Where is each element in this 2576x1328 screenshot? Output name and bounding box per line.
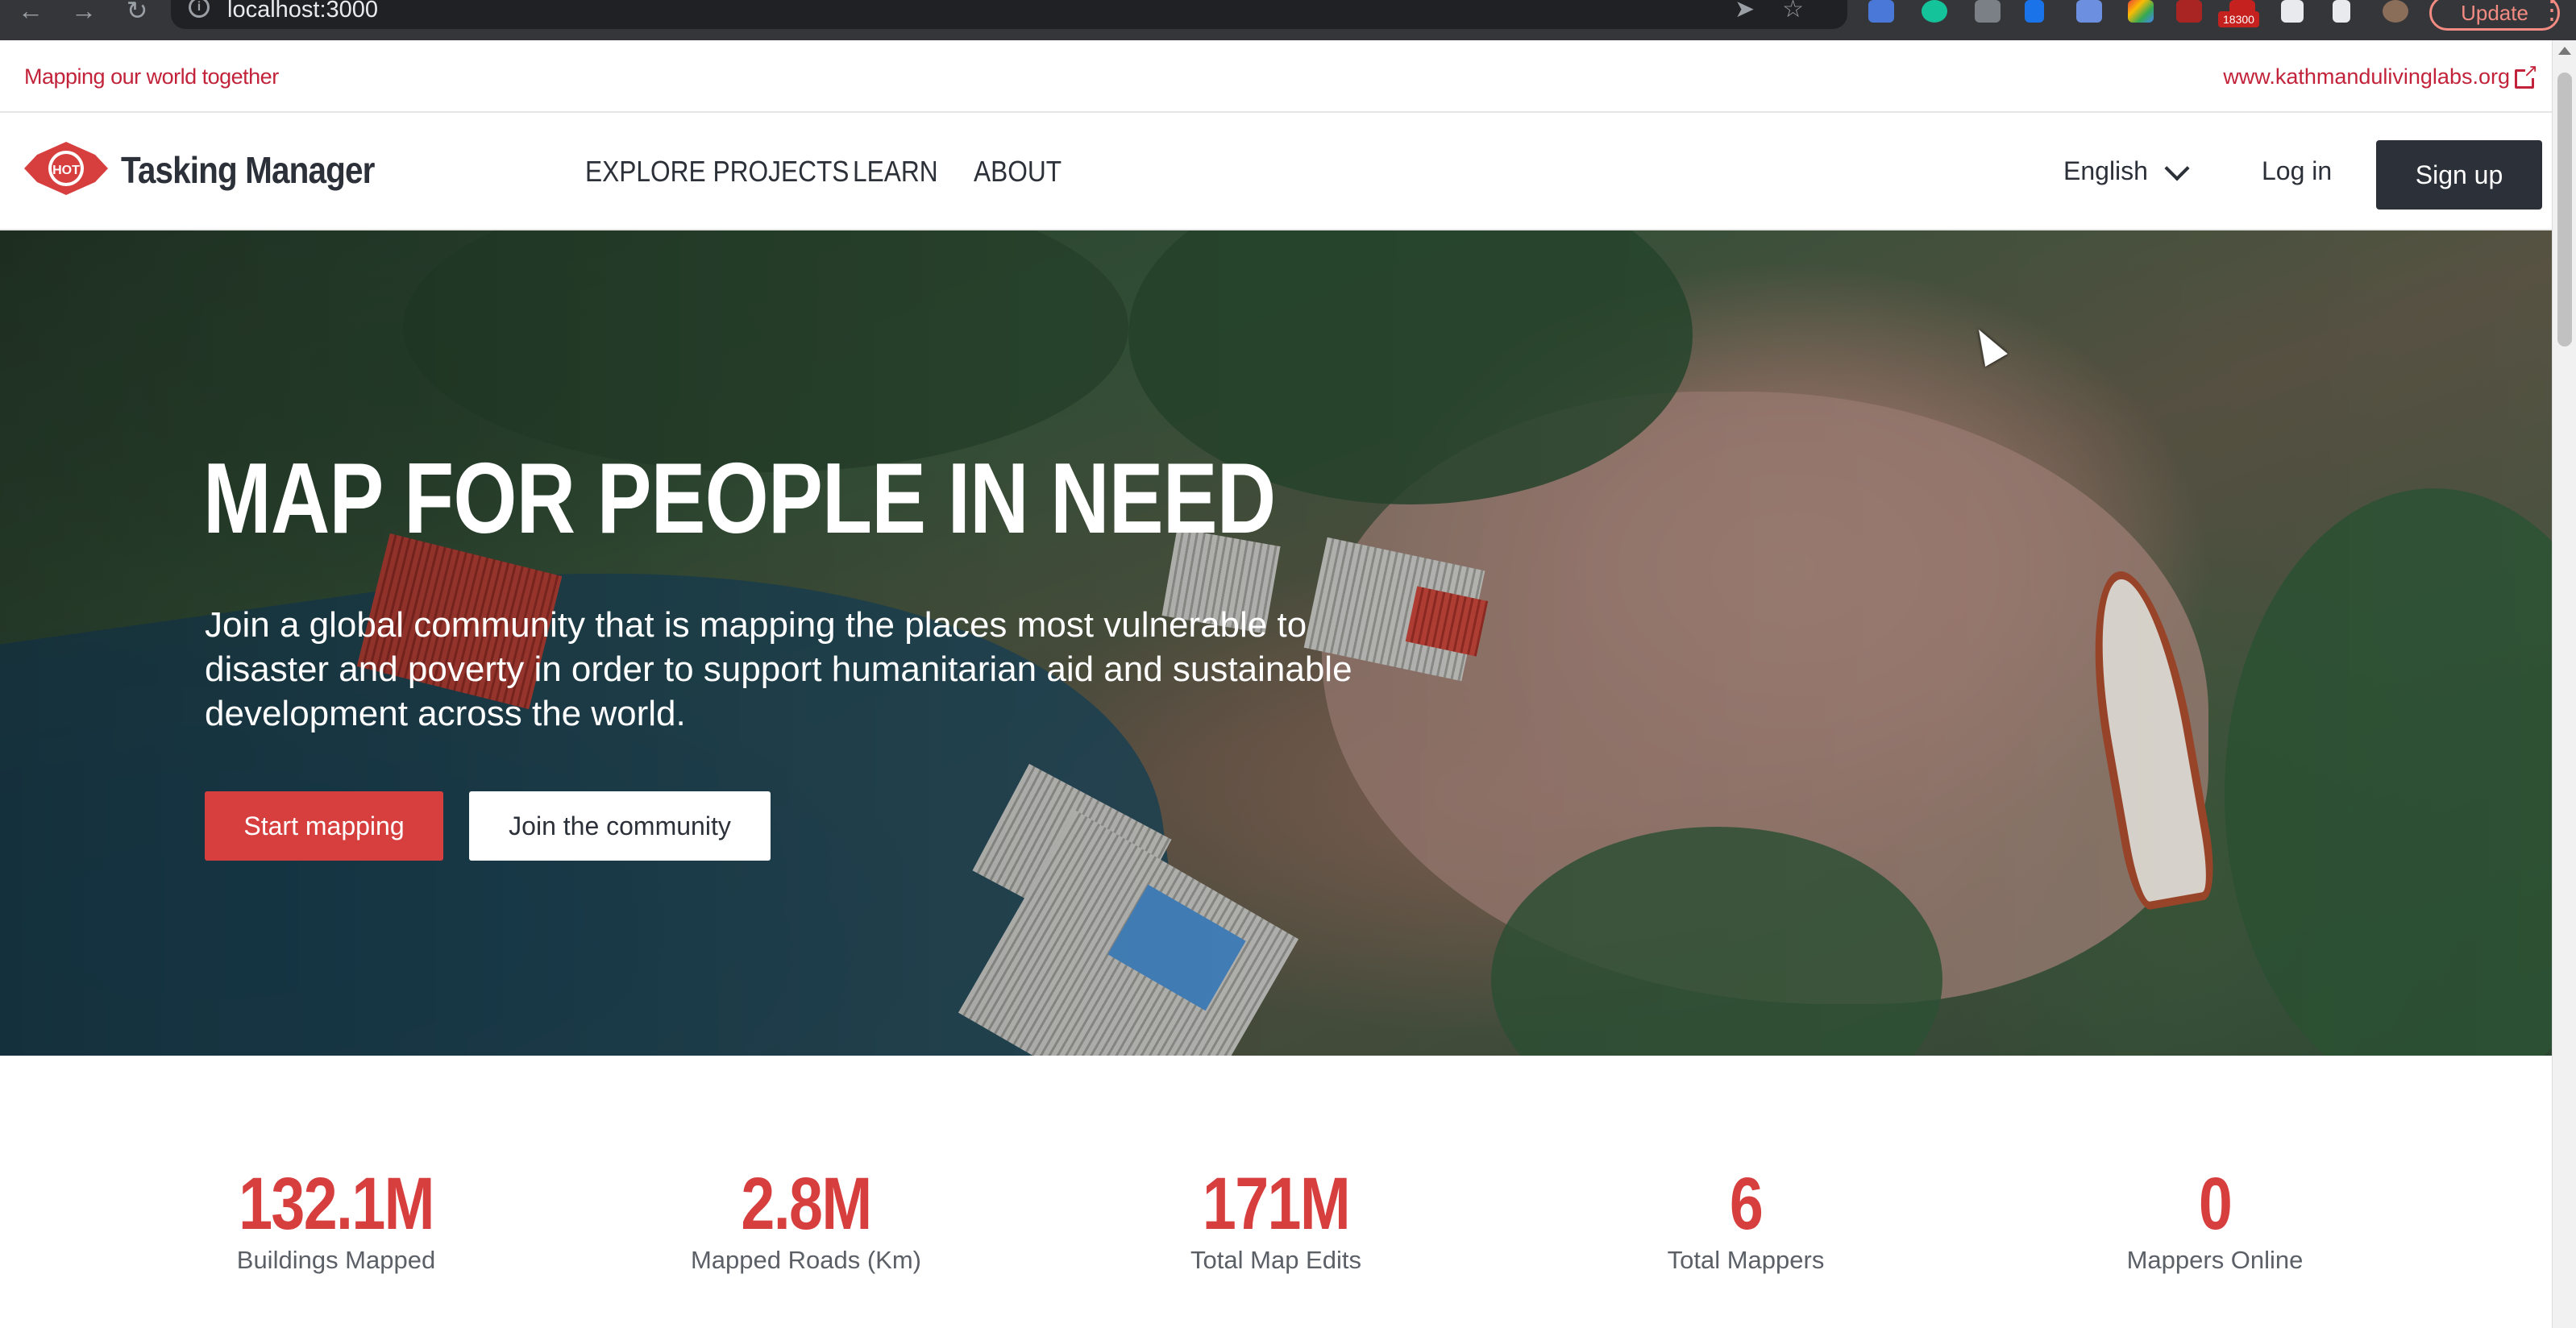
stat-mapped-roads: 2.8M Mapped Roads (Km) (564, 1164, 1048, 1275)
bookmark-star-icon[interactable]: ☆ (1782, 0, 1831, 23)
puzzle-icon[interactable] (2281, 0, 2304, 23)
main-navbar: HOT Tasking Manager EXPLORE PROJECTS LEA… (0, 113, 2552, 230)
chevron-down-icon[interactable] (2164, 156, 2190, 181)
stat-value: 6 (1729, 1163, 1764, 1245)
top-strip: Mapping our world together www.kathmandu… (0, 40, 2552, 113)
scroll-up-icon[interactable] (2558, 47, 2571, 55)
join-community-button[interactable]: Join the community (469, 791, 771, 861)
stat-label: Buildings Mapped (236, 1246, 436, 1274)
stat-label: Total Map Edits (1190, 1246, 1361, 1274)
profile-avatar[interactable] (2383, 0, 2408, 23)
hot-logo[interactable]: HOT (24, 140, 108, 197)
grammarly-extension-icon[interactable] (1922, 0, 1947, 23)
scrollbar-thumb[interactable] (2557, 73, 2572, 347)
docs-extension-icon[interactable] (2076, 0, 2102, 23)
extension-icon[interactable] (2176, 0, 2202, 23)
stat-value: 0 (2198, 1163, 2233, 1245)
hero-subtitle: Join a global community that is mapping … (205, 605, 1352, 733)
sidepanel-icon[interactable] (2333, 0, 2350, 23)
translate-extension-icon[interactable] (1868, 0, 1894, 23)
start-mapping-button[interactable]: Start mapping (205, 791, 443, 861)
back-icon[interactable]: ← (15, 0, 47, 23)
stats-section: 132.1M Buildings Mapped 2.8M Mapped Road… (0, 1056, 2552, 1328)
forward-icon[interactable]: → (68, 0, 100, 23)
nav-learn[interactable]: LEARN (853, 155, 938, 189)
language-selector[interactable]: English (2063, 156, 2148, 186)
stat-label: Mappers Online (2126, 1246, 2304, 1274)
hero-title: MAP FOR PEOPLE IN NEED (203, 443, 1276, 554)
stat-mappers-online: 0 Mappers Online (1973, 1164, 2457, 1275)
stat-label: Total Mappers (1667, 1246, 1825, 1274)
url-text: localhost:3000 (227, 0, 379, 23)
organisation-link[interactable]: www.kathmandulivinglabs.org (2223, 64, 2510, 89)
address-bar-actions: ➤☆ (1735, 0, 1831, 24)
external-link-icon[interactable] (2515, 60, 2538, 89)
nav-explore-projects[interactable]: EXPLORE PROJECTS (585, 155, 849, 189)
logo-text: HOT (52, 164, 80, 177)
extension-icon[interactable] (1975, 0, 2001, 23)
stat-value: 2.8M (741, 1163, 872, 1245)
color-extension-icon[interactable] (2128, 0, 2154, 23)
stat-buildings-mapped: 132.1M Buildings Mapped (94, 1164, 578, 1275)
signup-button[interactable]: Sign up (2376, 140, 2542, 210)
bookmark-extension-icon[interactable] (2025, 0, 2044, 23)
browser-toolbar: ← → ↻ i localhost:3000 ➤☆ 18300 Update ⋮ (0, 0, 2576, 40)
stat-value: 132.1M (239, 1163, 434, 1245)
send-icon[interactable]: ➤ (1735, 0, 1782, 23)
extension-badge: 18300 (2218, 11, 2259, 27)
more-options-icon[interactable]: ⋮ (2539, 0, 2565, 24)
stat-value: 171M (1202, 1163, 1351, 1245)
address-bar[interactable]: i localhost:3000 ➤☆ (171, 0, 1847, 29)
stat-total-mappers: 6 Total Mappers (1504, 1164, 1988, 1275)
stat-total-map-edits: 171M Total Map Edits (1034, 1164, 1518, 1275)
page-scrollbar[interactable] (2552, 40, 2576, 1328)
hero-section: MAP FOR PEOPLE IN NEED Join a global com… (0, 230, 2552, 1056)
nav-about[interactable]: ABOUT (974, 155, 1062, 189)
brand-name[interactable]: Tasking Manager (121, 148, 375, 192)
stat-label: Mapped Roads (Km) (690, 1246, 921, 1274)
login-link[interactable]: Log in (2262, 156, 2332, 186)
site-info-icon[interactable]: i (189, 0, 210, 18)
tagline: Mapping our world together (24, 64, 279, 89)
reload-icon[interactable]: ↻ (121, 0, 153, 23)
